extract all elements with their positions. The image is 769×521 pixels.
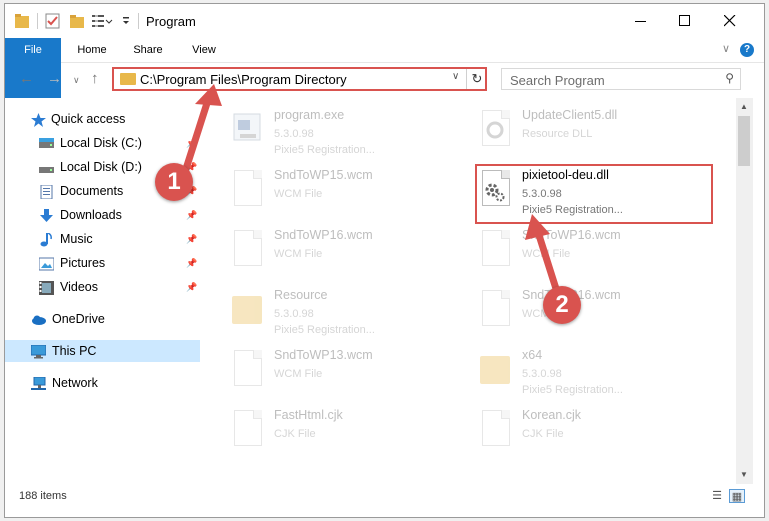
annotation-arrows [181,84,562,299]
step-badge-2: 2 [543,286,581,324]
arrowhead-1 [195,84,222,106]
arrow-2 [534,228,562,299]
arrowhead-2 [525,214,550,240]
step-badge-1: 1 [155,163,193,201]
arrow-1 [181,96,212,176]
